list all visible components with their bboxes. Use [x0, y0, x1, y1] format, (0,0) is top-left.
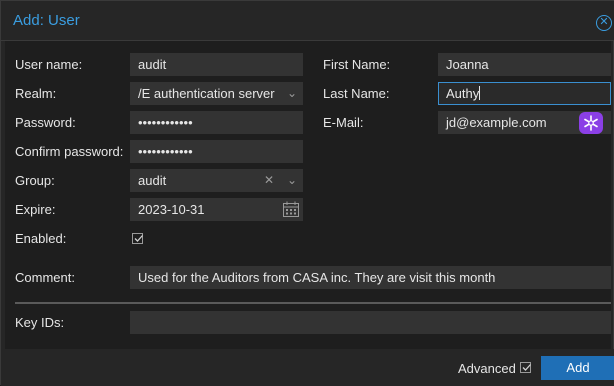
realm-label: Realm:: [15, 86, 57, 101]
expire-label: Expire:: [15, 202, 56, 217]
chevron-down-icon[interactable]: ⌄: [282, 170, 302, 191]
dialog-title: Add: User: [13, 12, 80, 29]
dialog-header: Add: User ✕: [1, 1, 614, 41]
clear-icon[interactable]: ✕: [259, 170, 279, 191]
checkmark-icon: [134, 235, 143, 242]
add-button[interactable]: Add: [541, 356, 614, 380]
group-select[interactable]: audit ✕ ⌄: [130, 169, 303, 192]
section-divider: [15, 302, 611, 304]
confirm-password-label: Confirm password:: [15, 144, 124, 159]
last-name-label: Last Name:: [323, 86, 390, 101]
comment-input[interactable]: Used for the Auditors from CASA inc. The…: [130, 266, 611, 289]
first-name-input[interactable]: Joanna: [438, 53, 611, 76]
key-ids-input[interactable]: [130, 311, 611, 334]
realm-select[interactable]: /E authentication server ⌄: [130, 82, 303, 105]
last-name-value: Authy: [446, 86, 480, 101]
confirm-password-input[interactable]: ••••••••••••: [130, 140, 303, 163]
authy-icon[interactable]: [579, 112, 603, 134]
comment-label: Comment:: [15, 270, 75, 285]
password-label: Password:: [15, 115, 76, 130]
expire-date-input[interactable]: 2023-10-31: [130, 198, 303, 221]
text-cursor: [479, 86, 481, 100]
enabled-label: Enabled:: [15, 231, 67, 246]
calendar-icon[interactable]: [281, 200, 301, 220]
add-user-dialog: Add: User ✕ User name: audit Realm: /E a…: [0, 0, 614, 386]
close-icon[interactable]: ✕: [596, 15, 612, 31]
password-input[interactable]: ••••••••••••: [130, 111, 303, 134]
key-ids-label: Key IDs:: [15, 315, 65, 330]
advanced-label: Advanced: [458, 361, 516, 376]
group-value: audit: [138, 173, 167, 188]
chevron-down-icon[interactable]: ⌄: [282, 83, 302, 104]
email-label: E-Mail:: [323, 115, 364, 130]
last-name-input[interactable]: Authy: [438, 82, 611, 105]
group-label: Group:: [15, 173, 55, 188]
realm-value: /E authentication server: [138, 86, 275, 101]
first-name-label: First Name:: [323, 57, 391, 72]
checkmark-icon: [522, 364, 531, 371]
enabled-checkbox[interactable]: [132, 233, 143, 244]
expire-value: 2023-10-31: [138, 202, 205, 217]
advanced-checkbox[interactable]: [520, 362, 531, 373]
username-input[interactable]: audit: [130, 53, 303, 76]
username-label: User name:: [15, 57, 83, 72]
